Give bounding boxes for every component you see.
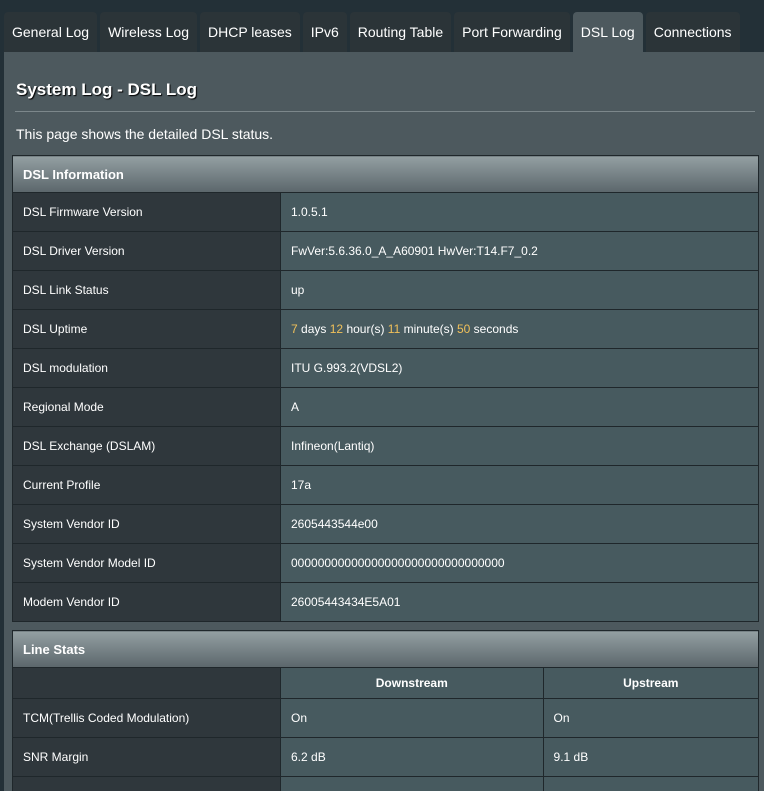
tab-connections[interactable]: Connections	[645, 12, 740, 52]
column-header-upstream: Upstream	[542, 667, 760, 699]
tab-routing-table[interactable]: Routing Table	[349, 12, 452, 52]
row-label: DSL Exchange (DSLAM)	[12, 426, 281, 466]
row-label: DSL Firmware Version	[12, 192, 281, 232]
row-value: 26005443434E5A01	[280, 582, 759, 622]
row-value: 1.0.5.1	[280, 192, 759, 232]
tab-port-forwarding[interactable]: Port Forwarding	[454, 12, 570, 52]
row-label: TCM(Trellis Coded Modulation)	[12, 698, 281, 738]
row-value: 17a	[280, 465, 759, 505]
column-header-downstream: Downstream	[280, 667, 544, 699]
row-value: ITU G.993.2(VDSL2)	[280, 348, 759, 388]
row-value: 2605443544e00	[280, 504, 759, 544]
row-label: Modem Vendor ID	[12, 582, 281, 622]
table-row: Modem Vendor ID 26005443434E5A01	[12, 582, 759, 622]
downstream-value: 6.2 dB	[280, 737, 544, 777]
upstream-value: On	[542, 698, 760, 738]
table-row: DSL Exchange (DSLAM) Infineon(Lantiq)	[12, 426, 759, 466]
table-row: Current Profile 17a	[12, 465, 759, 505]
empty-header	[12, 667, 281, 699]
row-value: Infineon(Lantiq)	[280, 426, 759, 466]
row-label: System Vendor Model ID	[12, 543, 281, 583]
tab-ipv6[interactable]: IPv6	[302, 12, 347, 52]
row-value: up	[280, 270, 759, 310]
table-row: DSL Driver Version FwVer:5.6.36.0_A_A6090…	[12, 231, 759, 271]
table-row: DSL Firmware Version 1.0.5.1	[12, 192, 759, 232]
row-label: DSL Driver Version	[12, 231, 281, 271]
downstream-value: On	[280, 698, 544, 738]
line-stats-table: Line Stats Downstream Upstream TCM(Trell…	[12, 630, 760, 791]
content-panel: System Log - DSL Log This page shows the…	[4, 52, 764, 791]
row-label: Current Profile	[12, 465, 281, 505]
page-description: This page shows the detailed DSL status.	[16, 126, 274, 142]
tab-dsl-log[interactable]: DSL Log	[572, 12, 643, 52]
row-label: SNR Margin	[12, 737, 281, 777]
row-label: System Vendor ID	[12, 504, 281, 544]
tab-wireless-log[interactable]: Wireless Log	[100, 12, 197, 52]
table-row: SNR Margin 6.2 dB 9.1 dB	[12, 737, 760, 777]
uptime-value: 7 days 12 hour(s) 11 minute(s) 50 second…	[280, 309, 759, 349]
table-row: TCM(Trellis Coded Modulation) On On	[12, 698, 760, 738]
log-tabs: General Log Wireless Log DHCP leases IPv…	[4, 12, 740, 52]
row-value: 00000000000000000000000000000000	[280, 543, 759, 583]
table-row: DSL Link Status up	[12, 270, 759, 310]
section-heading: Line Stats	[12, 630, 759, 668]
row-label: DSL modulation	[12, 348, 281, 388]
tab-dhcp-leases[interactable]: DHCP leases	[199, 12, 300, 52]
row-value: A	[280, 387, 759, 427]
table-row	[12, 776, 760, 791]
row-label: DSL Uptime	[12, 309, 281, 349]
section-heading: DSL Information	[12, 155, 759, 193]
table-row: System Vendor Model ID 000000000000000000…	[12, 543, 759, 583]
table-row: DSL Uptime 7 days 12 hour(s) 11 minute(s)…	[12, 309, 759, 349]
table-row: System Vendor ID 2605443544e00	[12, 504, 759, 544]
table-row: Regional Mode A	[12, 387, 759, 427]
row-label: Regional Mode	[12, 387, 281, 427]
table-row: DSL modulation ITU G.993.2(VDSL2)	[12, 348, 759, 388]
upstream-value: 9.1 dB	[542, 737, 760, 777]
page-title: System Log - DSL Log	[16, 80, 198, 99]
row-value: FwVer:5.6.36.0_A_A60901 HwVer:T14.F7_0.2	[280, 231, 759, 271]
tab-general-log[interactable]: General Log	[4, 12, 98, 52]
divider	[15, 111, 755, 112]
dsl-information-table: DSL Information DSL Firmware Version 1.0.…	[12, 155, 759, 622]
row-label: DSL Link Status	[12, 270, 281, 310]
